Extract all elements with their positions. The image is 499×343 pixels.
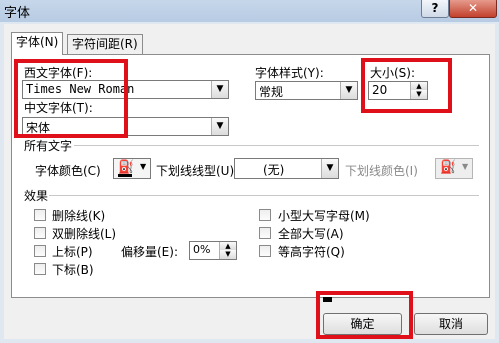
highlight-box-ok — [316, 291, 413, 339]
section-divider — [49, 195, 479, 196]
highlight-box-font-size — [361, 58, 452, 113]
font-style-value: 常规 — [259, 85, 284, 99]
effects-section-label: 效果 — [24, 189, 49, 203]
small-caps-label: 小型大写字母(M) — [278, 209, 370, 223]
chevron-down-icon[interactable]: ▼ — [462, 162, 468, 171]
cancel-button[interactable]: 取消 — [414, 313, 488, 335]
color-bar — [118, 174, 132, 177]
font-style-combo[interactable]: 常规 ▼ — [255, 81, 358, 100]
all-text-section-label: 所有文字 — [24, 139, 73, 153]
subscript-checkbox[interactable] — [34, 263, 46, 275]
strikethrough-label: 删除线(K) — [52, 209, 106, 223]
double-strikethrough-checkbox[interactable] — [34, 227, 46, 239]
font-style-label: 字体样式(Y): — [255, 66, 324, 80]
superscript-checkbox[interactable] — [34, 245, 46, 257]
spin-down-icon[interactable]: ▼ — [219, 250, 236, 259]
subscript-label: 下标(B) — [52, 263, 94, 277]
tab-character-spacing[interactable]: 字符间距(R) — [67, 34, 143, 54]
font-color-label: 字体颜色(C) — [35, 164, 101, 178]
close-button[interactable]: ✕ — [449, 0, 497, 18]
chevron-down-icon[interactable]: ▼ — [340, 82, 357, 99]
underline-color-label: 下划线颜色(I) — [345, 164, 418, 178]
dialog-body: 字体(N) 字符间距(R) 西文字体(F): Times New Roman ▼… — [4, 24, 495, 339]
offset-label: 偏移量(E): — [121, 245, 178, 259]
dialog-title: 字体 — [4, 6, 31, 21]
equalize-height-label: 等高字符(Q) — [278, 245, 345, 259]
tab-character-spacing-label: 字符间距(R) — [72, 37, 138, 51]
underline-color-picker[interactable]: ⛽ ▼ — [435, 158, 473, 179]
font-color-picker[interactable]: ⛽ ▼ — [113, 158, 151, 179]
small-caps-checkbox[interactable] — [259, 209, 271, 221]
chevron-down-icon[interactable]: ▼ — [211, 118, 228, 135]
underline-style-value: (无) — [263, 163, 285, 177]
font-dialog: 字体 ? ✕ 字体(N) 字符间距(R) 西文字体(F): Times New … — [0, 0, 499, 343]
title-bar[interactable]: 字体 ? ✕ — [0, 0, 499, 22]
underline-style-label: 下划线线型(U): — [156, 164, 239, 178]
paint-bucket-icon: ⛽ — [118, 160, 135, 175]
paint-bucket-icon: ⛽ — [440, 160, 457, 175]
help-button[interactable]: ? — [421, 0, 449, 18]
tab-font[interactable]: 字体(N) — [11, 32, 64, 55]
chevron-down-icon[interactable]: ▼ — [211, 81, 228, 98]
superscript-label: 上标(P) — [52, 245, 93, 259]
section-divider — [74, 145, 479, 146]
underline-style-combo[interactable]: (无) ▼ — [234, 158, 339, 179]
all-caps-label: 全部大写(A) — [278, 227, 344, 241]
chevron-down-icon[interactable]: ▼ — [140, 162, 146, 171]
spin-up-icon[interactable]: ▲ — [219, 242, 236, 250]
all-caps-checkbox[interactable] — [259, 227, 271, 239]
chevron-down-icon[interactable]: ▼ — [321, 159, 338, 178]
strikethrough-checkbox[interactable] — [34, 209, 46, 221]
equalize-height-checkbox[interactable] — [259, 245, 271, 257]
offset-value: 0% — [193, 243, 211, 256]
offset-spinner[interactable]: 0% ▲ ▼ — [189, 241, 237, 260]
tab-font-label: 字体(N) — [16, 35, 59, 49]
highlight-box-font-names — [14, 59, 128, 138]
double-strikethrough-label: 双删除线(L) — [52, 227, 117, 241]
